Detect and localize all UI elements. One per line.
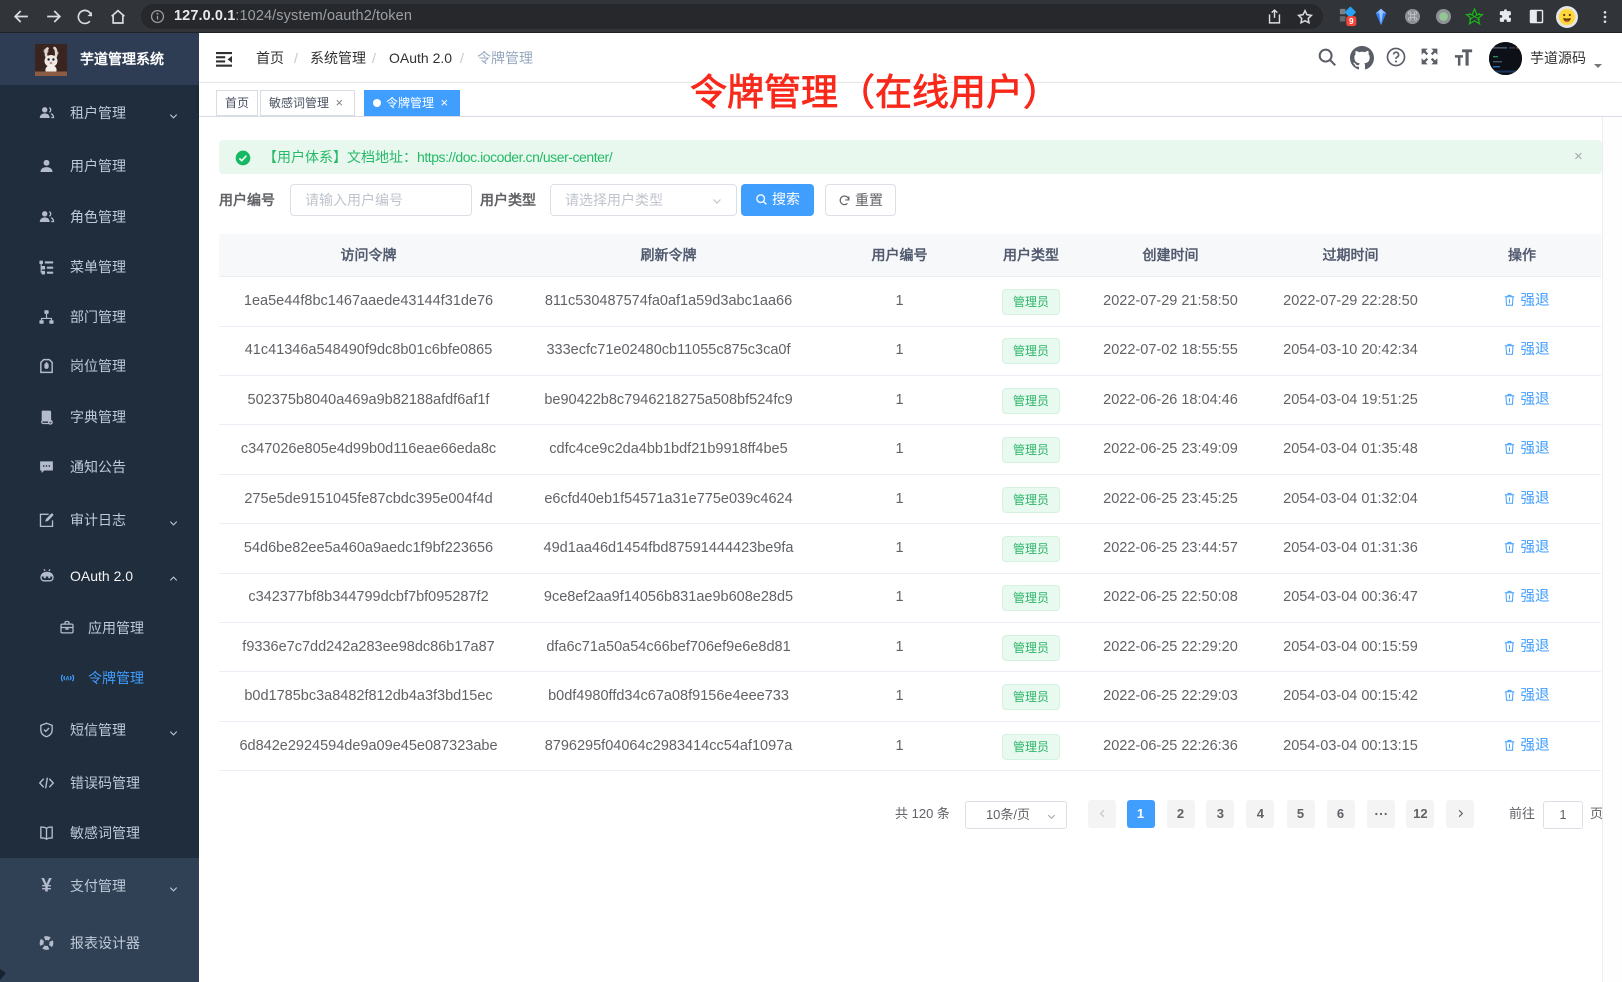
svg-text:9: 9 bbox=[1349, 17, 1354, 26]
svg-text:⌘: ⌘ bbox=[1407, 11, 1417, 23]
svg-text:A: A bbox=[65, 676, 70, 682]
